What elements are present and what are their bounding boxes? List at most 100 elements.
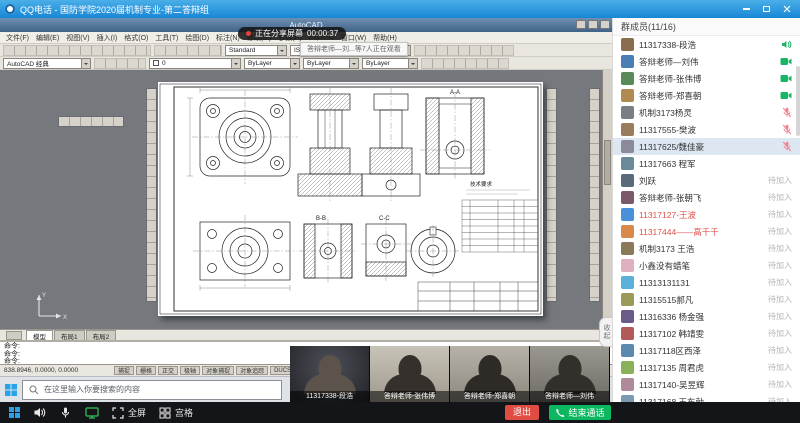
member-row[interactable]: 11317338-段浩	[613, 36, 800, 53]
screen-share-view: AutoCAD 正在分享屏幕 00:00:37 答辩老师—刘...等7人正在观看…	[0, 18, 612, 402]
lineweight-dropdown[interactable]: ByLayer	[362, 58, 418, 69]
mode-toggle[interactable]: 对象追踪	[236, 366, 268, 375]
member-row[interactable]: 11317135 周君虎待加入	[613, 359, 800, 376]
menu-item[interactable]: 文件(F)	[6, 33, 29, 43]
tab-nav-arrows[interactable]	[6, 331, 22, 340]
layout-tab[interactable]: 布局1	[54, 330, 85, 340]
titlebar[interactable]: QQ电话 - 国防学院2020届机制专业-第二答辩组	[0, 0, 800, 18]
member-row[interactable]: 11316336 杨金强待加入	[613, 308, 800, 325]
acad-canvas[interactable]: A-A B-B	[0, 70, 612, 329]
member-row[interactable]: 答辩老师—刘伟	[613, 53, 800, 70]
workspace-dropdown[interactable]: AutoCAD 经典	[3, 58, 91, 69]
layout-tab[interactable]: 布局2	[86, 330, 117, 340]
member-row[interactable]: 机制3173 王浩待加入	[613, 240, 800, 257]
scrollbar-thumb[interactable]	[796, 66, 800, 136]
mode-toggle[interactable]: 对象捕捉	[202, 366, 234, 375]
avatar	[621, 208, 634, 221]
share-screen-button[interactable]	[85, 406, 99, 419]
docked-toolbar[interactable]	[589, 88, 600, 302]
menu-item[interactable]: 格式(O)	[124, 33, 148, 43]
mode-toggle[interactable]: 捕捉	[114, 366, 134, 375]
canvas-scrollbar[interactable]	[602, 70, 612, 329]
video-label: 答辩老师-张伟博	[370, 391, 449, 402]
autocad-window-controls[interactable]	[576, 20, 610, 29]
fullscreen-button[interactable]: 全屏	[112, 406, 146, 419]
mode-toggle[interactable]: 栅格	[136, 366, 156, 375]
color-dropdown[interactable]: ByLayer	[244, 58, 300, 69]
member-row[interactable]: 11317555-樊波	[613, 121, 800, 138]
member-row[interactable]: 11313131131待加入	[613, 274, 800, 291]
avatar	[621, 259, 634, 272]
grid-label: 宫格	[175, 406, 193, 419]
video-tile[interactable]: 答辩老师-郑喜朝	[450, 346, 530, 402]
menu-item[interactable]: 帮助(H)	[373, 33, 397, 43]
chevron-down-icon	[349, 59, 358, 68]
toolbar-icons[interactable]	[421, 58, 509, 69]
speaker-button[interactable]	[33, 406, 46, 419]
video-tile[interactable]: 11317338-段浩	[290, 346, 370, 402]
draw-toolbar[interactable]	[146, 88, 157, 302]
menu-item[interactable]: 标注(N)	[216, 33, 240, 43]
standard-toolbar-icons[interactable]	[3, 45, 151, 56]
coordinate-readout: 838.8946, 0.0000, 0.0000	[4, 367, 112, 374]
muted-mic-icon	[782, 141, 792, 152]
layer-dropdown[interactable]: 0	[149, 58, 241, 69]
menu-item[interactable]: 工具(T)	[155, 33, 178, 43]
chevron-down-icon	[81, 59, 90, 68]
avatar	[621, 157, 634, 170]
member-row[interactable]: 11315515郝凡待加入	[613, 291, 800, 308]
textstyle-dropdown[interactable]: Standard	[225, 45, 287, 56]
collapse-label: 收起	[601, 324, 611, 340]
minimize-button[interactable]	[738, 3, 755, 16]
member-row[interactable]: 11317127-王波待加入	[613, 206, 800, 223]
video-tile[interactable]: 答辩老师—刘伟	[530, 346, 610, 402]
member-row[interactable]: 机制3173杨灵	[613, 104, 800, 121]
grid-view-button[interactable]: 宫格	[159, 406, 193, 419]
menu-item[interactable]: 插入(I)	[97, 33, 118, 43]
avatar	[621, 378, 634, 391]
avatar	[621, 327, 634, 340]
member-row[interactable]: 答辩老师-郑喜朝	[613, 87, 800, 104]
menu-item[interactable]: 绘图(D)	[185, 33, 209, 43]
video-tile[interactable]: 答辩老师-张伟博	[370, 346, 450, 402]
member-status-icon	[780, 74, 792, 83]
member-row[interactable]: 小鑫没有蜡笔待加入	[613, 257, 800, 274]
mode-toggle[interactable]: 极轴	[180, 366, 200, 375]
scrollbar-thumb[interactable]	[604, 140, 611, 185]
floating-toolbar[interactable]	[58, 116, 124, 127]
windows-start-icon[interactable]	[5, 384, 17, 396]
maximize-button[interactable]	[758, 3, 775, 16]
member-row[interactable]: 答辩老师-张伟博	[613, 70, 800, 87]
member-row[interactable]: 11317118区西泽待加入	[613, 342, 800, 359]
end-call-button[interactable]: 结束通话	[549, 405, 611, 420]
toolbar-icons[interactable]	[154, 45, 222, 56]
member-name: 11317338-段浩	[639, 39, 776, 51]
avatar	[621, 106, 634, 119]
member-row[interactable]: 11317102 韩靖雯待加入	[613, 325, 800, 342]
member-row[interactable]: 刘跃待加入	[613, 172, 800, 189]
member-row[interactable]: 11317663 程军	[613, 155, 800, 172]
member-row[interactable]: 11317168 王东勃待加入	[613, 393, 800, 402]
member-row[interactable]: 11317444——高千千待加入	[613, 223, 800, 240]
toolbar-icons[interactable]	[414, 45, 514, 56]
member-row[interactable]: 11317140-吴昱辉待加入	[613, 376, 800, 393]
taskbar-search-input[interactable]: 在这里输入你要搜索的内容	[22, 380, 282, 400]
menu-item[interactable]: 编辑(E)	[36, 33, 59, 43]
linetype-dropdown[interactable]: ByLayer	[303, 58, 359, 69]
member-row[interactable]: 答辩老师-张朝飞待加入	[613, 189, 800, 206]
mode-toggle[interactable]: 正交	[158, 366, 178, 375]
close-button[interactable]	[778, 3, 795, 16]
share-timer: 00:00:37	[307, 29, 338, 38]
layout-tab[interactable]: 模型	[26, 330, 53, 340]
menu-item[interactable]: 视图(V)	[66, 33, 89, 43]
minimize-icon	[743, 8, 750, 10]
member-list-scrollbar[interactable]	[795, 36, 800, 402]
collapse-sidebar-button[interactable]: 收起	[599, 317, 612, 347]
speaker-icon	[33, 406, 46, 419]
windows-icon[interactable]	[9, 407, 20, 418]
member-row[interactable]: 11317625/魏佳豪	[613, 138, 800, 155]
layer-toolbar-icons[interactable]	[94, 58, 146, 69]
mic-button[interactable]	[59, 406, 72, 419]
modify-toolbar[interactable]	[546, 88, 557, 302]
exit-button[interactable]: 退出	[505, 405, 539, 420]
